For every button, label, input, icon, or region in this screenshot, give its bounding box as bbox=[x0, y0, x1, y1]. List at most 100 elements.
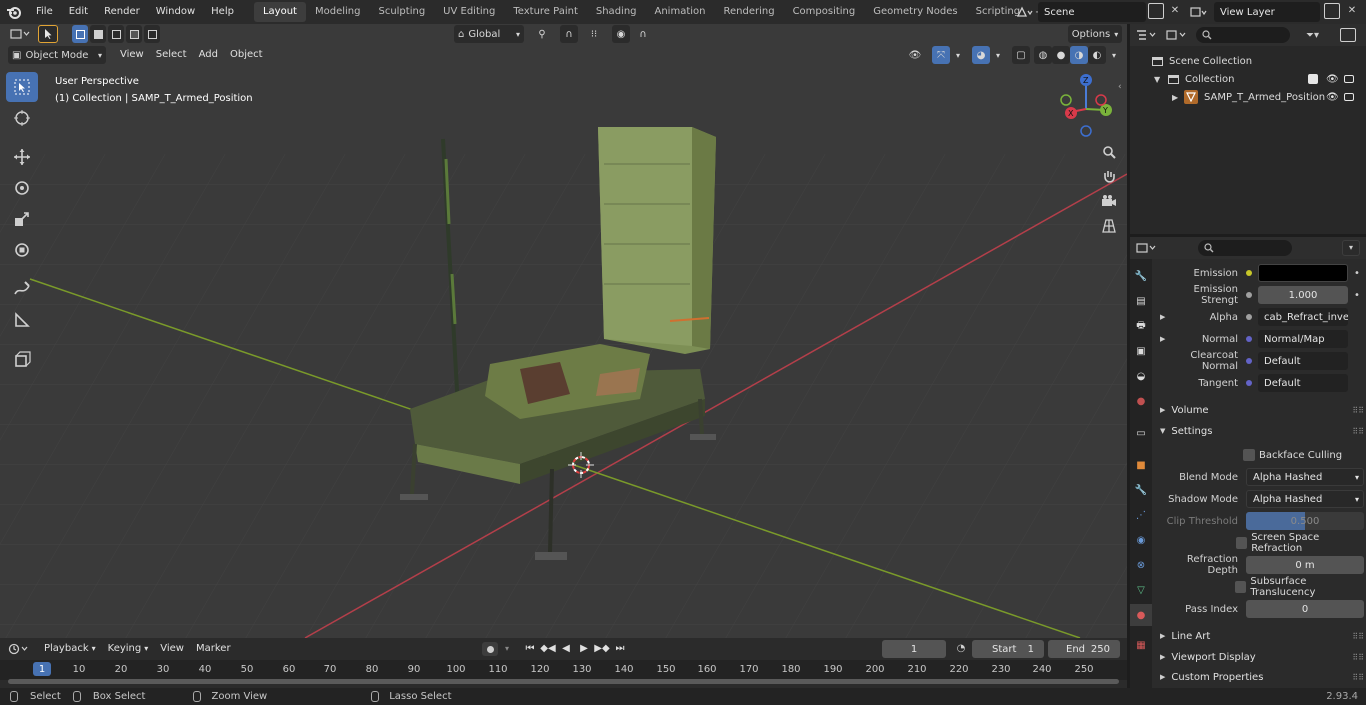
exclude-checkbox-icon[interactable] bbox=[1308, 74, 1318, 84]
tab-texture-paint[interactable]: Texture Paint bbox=[504, 2, 587, 22]
blender-logo-icon[interactable] bbox=[0, 0, 28, 24]
alpha-link-field[interactable]: cab_Refract_invert.p... bbox=[1258, 308, 1348, 326]
xray-toggle-icon[interactable]: ▢ bbox=[1012, 46, 1030, 64]
transform-orientation-dropdown[interactable]: ⌂ Global ▾ bbox=[454, 25, 524, 43]
timeline-ruler[interactable]: 1 10 20 30 40 50 60 70 80 90 100 110 120… bbox=[0, 660, 1127, 680]
view-layer-selector-icon[interactable] bbox=[1188, 4, 1210, 20]
auto-keying-icon[interactable] bbox=[482, 642, 498, 656]
editor-type-icon[interactable] bbox=[6, 25, 36, 43]
tab-rendering[interactable]: Rendering bbox=[714, 2, 783, 22]
viewport-menu-add[interactable]: Add bbox=[193, 45, 224, 65]
blend-mode-dropdown[interactable]: Alpha Hashed ▾ bbox=[1246, 468, 1364, 486]
tool-move-icon[interactable] bbox=[6, 142, 38, 172]
normal-link-field[interactable]: Normal/Map bbox=[1258, 330, 1348, 348]
options-dropdown[interactable]: Options ▾ bbox=[1068, 25, 1122, 43]
proportional-falloff-icon[interactable]: ∩ bbox=[632, 25, 654, 43]
expand-arrow-icon[interactable]: ▶ bbox=[1172, 93, 1182, 102]
timeline-menu-playback[interactable]: Playback ▾ bbox=[38, 639, 102, 659]
scene-selector-icon[interactable] bbox=[1014, 4, 1036, 20]
stopwatch-icon[interactable]: ◔ bbox=[953, 641, 969, 657]
output-tab-icon[interactable]: 🖶 bbox=[1130, 315, 1152, 337]
pan-hand-icon[interactable] bbox=[1097, 166, 1121, 188]
timeline-menu-view[interactable]: View bbox=[154, 639, 190, 659]
perspective-grid-icon[interactable] bbox=[1097, 215, 1121, 237]
outliner-row-collection[interactable]: ▼ Collection 👁 bbox=[1130, 70, 1366, 88]
scene-field[interactable]: Scene bbox=[1038, 2, 1146, 22]
screen-space-refraction-checkbox[interactable] bbox=[1236, 537, 1248, 549]
select-mode-extend-icon[interactable] bbox=[90, 25, 106, 43]
filter-icon[interactable]: ⏷▾ bbox=[1306, 30, 1330, 41]
outliner-search-input[interactable] bbox=[1196, 27, 1290, 43]
data-tab-icon[interactable]: ▽ bbox=[1130, 579, 1152, 601]
snap-target-icon[interactable]: ⁝⁝ bbox=[582, 25, 606, 43]
properties-editor-type-icon[interactable] bbox=[1136, 242, 1166, 254]
view-layer-field[interactable]: View Layer bbox=[1214, 2, 1320, 22]
expand-arrow-icon[interactable]: ▶ bbox=[1160, 335, 1165, 343]
physics-tab-icon[interactable]: ◉ bbox=[1130, 529, 1152, 551]
drag-handle-icon[interactable]: ⠿⠿ bbox=[1352, 632, 1364, 641]
shadow-mode-dropdown[interactable]: Alpha Hashed ▾ bbox=[1246, 490, 1364, 508]
tab-layout[interactable]: Layout bbox=[253, 2, 306, 22]
modifier-tab-icon[interactable]: 🔧 bbox=[1130, 479, 1152, 501]
jump-start-icon[interactable]: ⏮ bbox=[522, 642, 538, 656]
timeline-menu-marker[interactable]: Marker bbox=[190, 639, 237, 659]
world-tab-icon[interactable]: ● bbox=[1130, 390, 1152, 412]
settings-section-header[interactable]: ▼ Settings ⠿⠿ bbox=[1154, 421, 1364, 441]
tab-shading[interactable]: Shading bbox=[587, 2, 646, 22]
tangent-field[interactable]: Default bbox=[1258, 374, 1348, 392]
display-mode-icon[interactable] bbox=[1166, 29, 1196, 41]
timeline-menu-keying[interactable]: Keying ▾ bbox=[102, 639, 155, 659]
expand-arrow-icon[interactable]: ▶ bbox=[1160, 313, 1165, 321]
emission-color-swatch[interactable] bbox=[1258, 264, 1348, 282]
menu-file[interactable]: File bbox=[28, 0, 61, 24]
outliner-editor-type-icon[interactable] bbox=[1136, 29, 1166, 41]
tab-uv-editing[interactable]: UV Editing bbox=[434, 2, 504, 22]
viewport-menu-view[interactable]: View bbox=[114, 45, 150, 65]
viewport-display-section-header[interactable]: ▶ Viewport Display ⠿⠿ bbox=[1154, 647, 1364, 667]
shading-rendered-icon[interactable]: ◐ bbox=[1088, 46, 1106, 64]
play-icon[interactable]: ▶ bbox=[576, 642, 592, 656]
emission-strength-field[interactable]: 1.000 bbox=[1258, 286, 1348, 304]
render-camera-icon[interactable] bbox=[1344, 75, 1354, 83]
decorator-dot-icon[interactable]: • bbox=[1354, 268, 1360, 279]
overlays-dropdown-icon[interactable]: ▾ bbox=[992, 46, 1004, 64]
constraints-tab-icon[interactable]: ⊗ bbox=[1130, 554, 1152, 576]
decorator-dot-icon[interactable]: • bbox=[1354, 290, 1360, 301]
drag-handle-icon[interactable]: ⠿⠿ bbox=[1352, 673, 1364, 682]
line-art-section-header[interactable]: ▶ Line Art ⠿⠿ bbox=[1154, 626, 1364, 646]
pass-index-field[interactable]: 0 bbox=[1246, 600, 1364, 618]
new-view-layer-icon[interactable] bbox=[1324, 3, 1340, 19]
object-mode-dropdown[interactable]: ▣ Object Mode ▾ bbox=[8, 46, 106, 64]
end-frame-field[interactable]: End 250 bbox=[1048, 640, 1120, 658]
camera-view-icon[interactable] bbox=[1097, 190, 1121, 212]
pivot-point-icon[interactable]: ⚲ bbox=[530, 25, 554, 43]
visibility-eye-icon[interactable]: 👁 bbox=[1326, 74, 1339, 85]
select-mode-intersect-icon[interactable] bbox=[144, 25, 160, 43]
timeline-editor-type-icon[interactable] bbox=[8, 643, 38, 655]
proportional-edit-icon[interactable]: ◉ bbox=[612, 25, 630, 43]
menu-window[interactable]: Window bbox=[148, 0, 203, 24]
remove-scene-icon[interactable]: ✕ bbox=[1168, 3, 1182, 19]
gizmo-toggle-icon[interactable]: ⤧ bbox=[932, 46, 950, 64]
drag-handle-icon[interactable]: ⠿⠿ bbox=[1352, 653, 1364, 662]
outliner-row-scene-collection[interactable]: Scene Collection bbox=[1130, 52, 1366, 70]
jump-keyframe-back-icon[interactable]: ◆◀ bbox=[540, 642, 556, 656]
play-reverse-icon[interactable]: ◀ bbox=[558, 642, 574, 656]
backface-culling-checkbox[interactable] bbox=[1243, 449, 1255, 461]
shading-dropdown-icon[interactable]: ▾ bbox=[1108, 46, 1120, 64]
select-mode-new-icon[interactable] bbox=[72, 25, 88, 43]
custom-properties-section-header[interactable]: ▶ Custom Properties ⠿⠿ bbox=[1154, 667, 1364, 687]
tab-geometry-nodes[interactable]: Geometry Nodes bbox=[864, 2, 966, 22]
tab-animation[interactable]: Animation bbox=[646, 2, 715, 22]
refraction-depth-field[interactable]: 0 m bbox=[1246, 556, 1364, 574]
remove-view-layer-icon[interactable]: ✕ bbox=[1345, 3, 1359, 19]
properties-options-dropdown[interactable]: ▾ bbox=[1342, 240, 1360, 256]
material-tab-icon[interactable]: ● bbox=[1130, 604, 1152, 626]
keying-set-dropdown-icon[interactable]: ▾ bbox=[500, 642, 514, 656]
gizmo-dropdown-icon[interactable]: ▾ bbox=[952, 46, 964, 64]
menu-help[interactable]: Help bbox=[203, 0, 242, 24]
collection-tab-icon[interactable]: ▭ bbox=[1130, 422, 1152, 444]
scene-tab-icon[interactable]: ◒ bbox=[1130, 365, 1152, 387]
menu-render[interactable]: Render bbox=[96, 0, 148, 24]
shading-wireframe-icon[interactable]: ◍ bbox=[1034, 46, 1052, 64]
